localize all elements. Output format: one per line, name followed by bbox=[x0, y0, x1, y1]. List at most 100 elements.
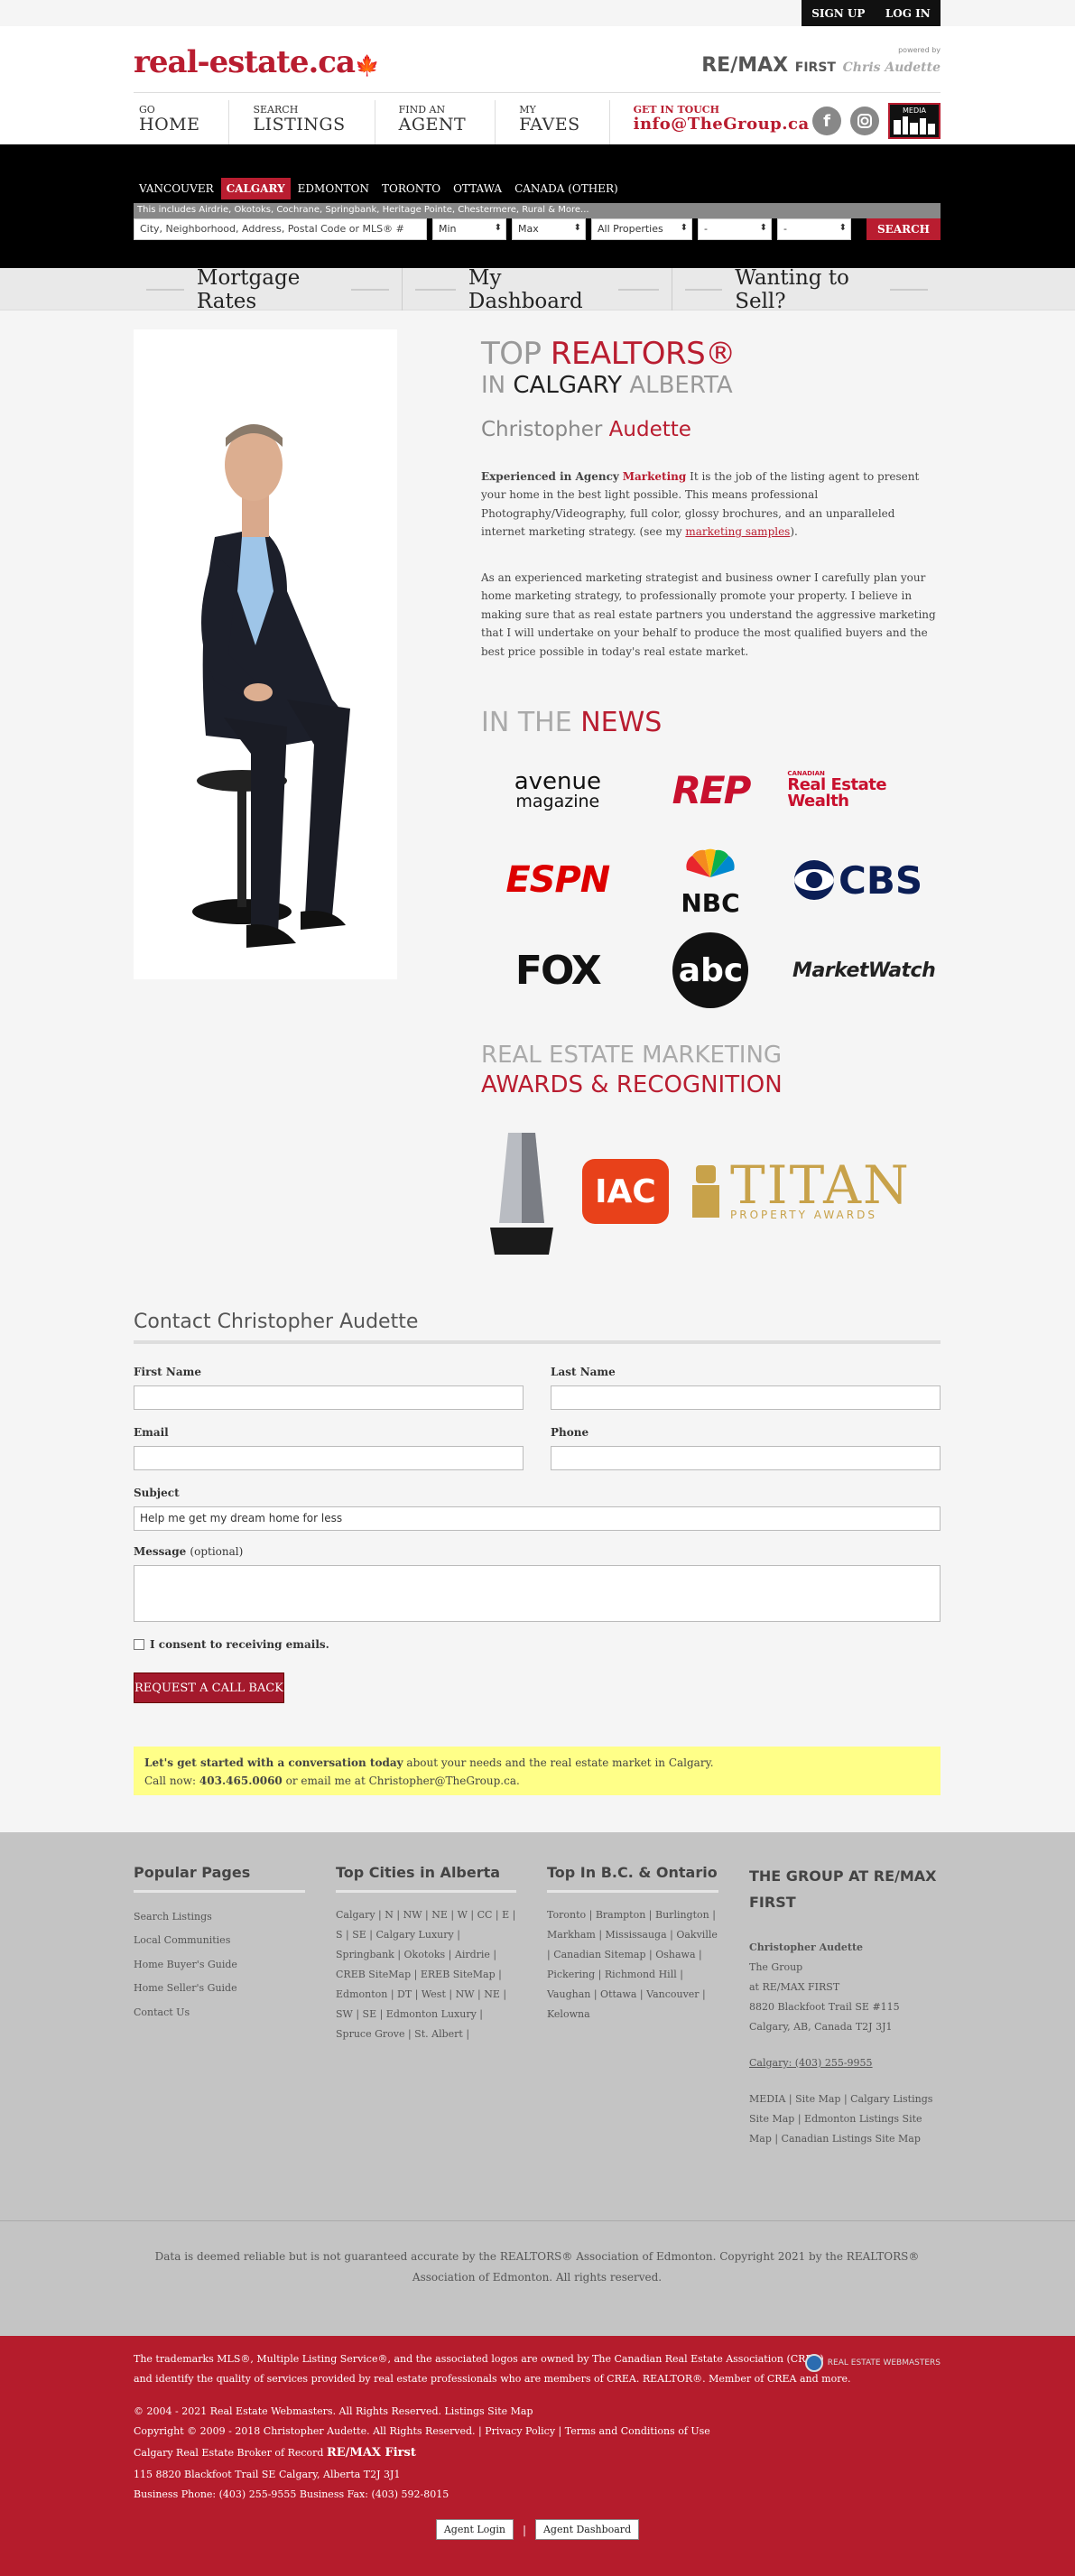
account-bar: SIGN UP LOG IN bbox=[802, 0, 941, 26]
abc-logo: abc bbox=[672, 932, 749, 1008]
tab-ottawa[interactable]: OTTAWA bbox=[448, 178, 507, 199]
hero-title: TOP REALTORS® bbox=[481, 336, 736, 372]
secondary-nav: Mortgage Rates My Dashboard Wanting to S… bbox=[0, 266, 1075, 313]
search-input[interactable]: City, Neighborhood, Address, Postal Code… bbox=[134, 218, 427, 240]
tab-calgary[interactable]: CALGARY bbox=[220, 178, 291, 199]
agent-dashboard-button[interactable]: Agent Dashboard bbox=[534, 2519, 640, 2540]
bc-ontario-cities: Top In B.C. & Ontario Toronto | Brampton… bbox=[547, 1864, 718, 2149]
beds-select[interactable]: - bbox=[698, 218, 772, 240]
property-type-select[interactable]: All Properties bbox=[591, 218, 692, 240]
legal-footer: The trademarks MLS®, Multiple Listing Se… bbox=[0, 2336, 1075, 2576]
agent-photo bbox=[134, 329, 397, 979]
brokerage-info: THE GROUP AT RE/MAX FIRST Christopher Au… bbox=[749, 1864, 939, 2149]
bc-city-links[interactable]: Toronto | Brampton | Burlington | Markha… bbox=[547, 1905, 718, 2025]
search-form: City, Neighborhood, Address, Postal Code… bbox=[134, 218, 941, 240]
baths-select[interactable]: - bbox=[777, 218, 851, 240]
nav-agent[interactable]: FIND AN AGENT bbox=[394, 100, 496, 145]
footer-link-sellers-guide[interactable]: Home Seller's Guide bbox=[134, 1977, 305, 2000]
news-logos: avenue magazine REP CANADIAN Real Estate W… bbox=[481, 754, 941, 1008]
contact-title: Contact Christopher Audette bbox=[134, 1311, 941, 1344]
nav-faves[interactable]: MY FAVES bbox=[514, 100, 610, 145]
contact-form: Contact Christopher Audette First Name L… bbox=[134, 1311, 941, 1703]
intro-paragraph: Experienced in Agency Marketing It is th… bbox=[481, 470, 920, 539]
alberta-cities: Top Cities in Alberta Calgary | N | NW |… bbox=[336, 1864, 516, 2149]
social-links: f MEDIA bbox=[812, 103, 941, 139]
subject-field[interactable]: Help me get my dream home for less bbox=[134, 1506, 941, 1531]
instagram-icon[interactable] bbox=[850, 107, 879, 135]
news-heading: IN THE NEWS bbox=[481, 707, 663, 738]
last-name-label: Last Name bbox=[551, 1366, 616, 1378]
brokerage-brand: powered by RE/MAX FIRST Chris Audette bbox=[701, 46, 941, 77]
rep-logo: REP bbox=[672, 767, 752, 812]
alberta-city-links[interactable]: Calgary | N | NW | NE | W | CC | E | S |… bbox=[336, 1905, 516, 2044]
consent-label: I consent to receiving emails. bbox=[150, 1638, 329, 1651]
cbs-logo: CBS bbox=[792, 844, 936, 916]
fox-logo: FOX bbox=[514, 947, 602, 994]
sell-link[interactable]: Wanting to Sell? bbox=[671, 266, 941, 313]
message-label: Message (optional) bbox=[134, 1545, 244, 1558]
dashboard-link[interactable]: My Dashboard bbox=[402, 266, 671, 313]
agent-portrait bbox=[192, 424, 350, 948]
last-name-field[interactable] bbox=[551, 1385, 941, 1410]
footer-link-contact[interactable]: Contact Us bbox=[134, 2001, 305, 2025]
city-tabs: VANCOUVER CALGARY EDMONTON TORONTO OTTAW… bbox=[134, 178, 624, 199]
media-badge[interactable]: MEDIA bbox=[888, 103, 941, 139]
cta-phone[interactable]: 403.465.0060 bbox=[199, 1774, 283, 1787]
site-header: real-estate.ca🍁 powered by RE/MAX FIRST … bbox=[0, 26, 1075, 145]
consent-checkbox[interactable] bbox=[134, 1639, 144, 1650]
nav-contact[interactable]: Get in Touch info@TheGroup.ca bbox=[628, 100, 839, 145]
first-name-field[interactable] bbox=[134, 1385, 524, 1410]
footer-link-communities[interactable]: Local Communities bbox=[134, 1929, 305, 1952]
search-button[interactable]: SEARCH bbox=[866, 218, 941, 240]
popular-pages: Popular Pages Search Listings Local Comm… bbox=[134, 1864, 305, 2149]
tab-vancouver[interactable]: VANCOUVER bbox=[134, 178, 219, 199]
agent-login-button[interactable]: Agent Login bbox=[435, 2519, 514, 2540]
footer-phone[interactable]: Calgary: (403) 255-9955 bbox=[749, 2053, 939, 2073]
max-price-select[interactable]: Max bbox=[512, 218, 586, 240]
login-link[interactable]: LOG IN bbox=[885, 7, 931, 20]
site-logo[interactable]: real-estate.ca🍁 bbox=[134, 44, 379, 80]
trophy-icon bbox=[490, 1133, 553, 1255]
svg-text:CBS: CBS bbox=[839, 858, 922, 903]
marketing-samples-link[interactable]: marketing samples bbox=[685, 525, 790, 538]
disclaimer: Data is deemed reliable but is not guara… bbox=[0, 2220, 1075, 2336]
awards-heading: REAL ESTATE MARKETING AWARDS & RECOGNITIO… bbox=[481, 1042, 783, 1098]
site-footer: Popular Pages Search Listings Local Comm… bbox=[0, 1832, 1075, 2220]
agent-name: Christopher Audette bbox=[481, 418, 691, 441]
cta-banner: Let's get started with a conversation to… bbox=[134, 1747, 941, 1795]
hero-subtitle: IN CALGARY ALBERTA bbox=[481, 372, 733, 399]
svg-text:NBC: NBC bbox=[681, 888, 740, 917]
mortgage-rates-link[interactable]: Mortgage Rates bbox=[134, 266, 402, 313]
email-field[interactable] bbox=[134, 1446, 524, 1470]
nbc-logo: NBC bbox=[670, 844, 751, 917]
remax-logo: RE/MAX FIRST Chris Audette bbox=[701, 54, 941, 77]
real-estate-wealth-logo: CANADIAN Real Estate Wealth bbox=[787, 769, 887, 811]
nav-listings[interactable]: SEARCH LISTINGS bbox=[247, 100, 375, 145]
footer-sitemap-links[interactable]: MEDIA | Site Map | Calgary Listings Site… bbox=[749, 2090, 939, 2149]
titan-logo: TITAN PROPERTY AWARDS bbox=[689, 1159, 911, 1223]
tab-edmonton[interactable]: EDMONTON bbox=[292, 178, 375, 199]
footer-link-buyers-guide[interactable]: Home Buyer's Guide bbox=[134, 1953, 305, 1977]
phone-label: Phone bbox=[551, 1426, 589, 1439]
webmasters-logo[interactable]: REAL ESTATE WEBMASTERS bbox=[804, 2354, 941, 2372]
search-bar: VANCOUVER CALGARY EDMONTON TORONTO OTTAW… bbox=[0, 144, 1075, 268]
iac-logo: IAC bbox=[582, 1159, 669, 1224]
avenue-logo: avenue magazine bbox=[514, 767, 601, 811]
tab-toronto[interactable]: TORONTO bbox=[376, 178, 446, 199]
awards-logos: IAC TITAN PROPERTY AWARDS bbox=[481, 1124, 941, 1259]
message-field[interactable] bbox=[134, 1565, 941, 1622]
facebook-icon[interactable]: f bbox=[812, 107, 841, 135]
phone-field[interactable] bbox=[551, 1446, 941, 1470]
nav-home[interactable]: GO HOME bbox=[134, 100, 230, 145]
min-price-select[interactable]: Min bbox=[432, 218, 506, 240]
espn-logo: ESPN bbox=[505, 859, 610, 901]
footer-link-search[interactable]: Search Listings bbox=[134, 1905, 305, 1929]
header-divider bbox=[134, 92, 941, 93]
request-callback-button[interactable]: REQUEST A CALL BACK bbox=[134, 1673, 284, 1703]
powered-by-label: powered by bbox=[898, 46, 941, 54]
search-hint: This includes Airdrie, Okotoks, Cochrane… bbox=[134, 203, 941, 218]
subject-label: Subject bbox=[134, 1487, 180, 1499]
tab-canada-other[interactable]: CANADA (OTHER) bbox=[509, 178, 624, 199]
email-label: Email bbox=[134, 1426, 169, 1439]
signup-link[interactable]: SIGN UP bbox=[811, 7, 865, 20]
